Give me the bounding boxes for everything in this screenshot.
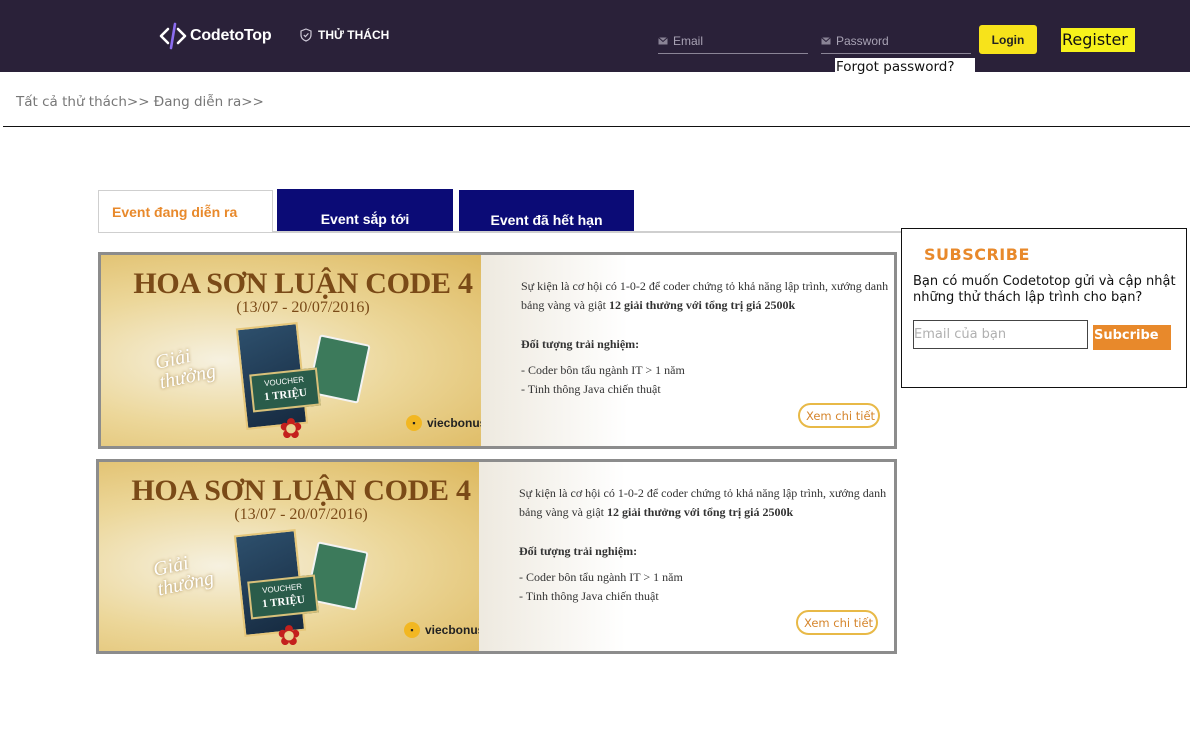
- event-card[interactable]: HOA SƠN LUẬN CODE 4 (13/07 - 20/07/2016)…: [96, 459, 897, 654]
- audience-item: - Coder bôn tẩu ngành IT > 1 năm: [519, 570, 683, 584]
- brand-logo: ▪ viecbonus: [404, 622, 484, 638]
- event-description: Sự kiện là cơ hội có 1-0-2 để coder chứn…: [519, 484, 889, 606]
- event-banner: HOA SƠN LUẬN CODE 4 (13/07 - 20/07/2016)…: [99, 462, 499, 651]
- voucher-label: VOUCHER: [263, 374, 305, 389]
- briefcase-icon: ▪: [406, 415, 422, 431]
- event-description: Sự kiện là cơ hội có 1-0-2 để coder chứn…: [521, 277, 891, 399]
- voucher-illustration: VOUCHER 1 TRIỆU: [247, 574, 319, 620]
- email-input[interactable]: [673, 33, 793, 48]
- codetotop-logo[interactable]: CodetoTop: [158, 20, 272, 52]
- envelope-icon: [821, 36, 831, 44]
- nav-challenge-label: THỬ THÁCH: [318, 28, 390, 42]
- brand-logo: ▪ viecbonus: [406, 415, 486, 431]
- breadcrumb[interactable]: Tất cả thử thách>> Đang diễn ra>>: [16, 94, 264, 110]
- login-button[interactable]: Login: [979, 25, 1037, 54]
- banner-date: (13/07 - 20/07/2016): [236, 299, 370, 316]
- view-detail-button[interactable]: Xem chi tiết: [796, 610, 878, 635]
- nav-challenge[interactable]: THỬ THÁCH: [300, 28, 389, 42]
- prize-text: Giải thưởng: [151, 548, 216, 600]
- password-field-wrap: [821, 28, 971, 54]
- brand-text: viecbonus: [427, 416, 487, 430]
- desc-bold: 12 giải thưởng với tổng trị giá 2500k: [608, 298, 796, 312]
- tab-ongoing[interactable]: Event đang diễn ra: [98, 190, 273, 232]
- envelope-icon: [658, 36, 668, 44]
- voucher-illustration: VOUCHER 1 TRIỆU: [249, 367, 321, 413]
- subscribe-button[interactable]: Subcribe: [1093, 325, 1171, 350]
- shield-icon: [300, 28, 312, 42]
- ribbon-icon: ✿: [279, 412, 303, 445]
- banner-date: (13/07 - 20/07/2016): [234, 506, 368, 523]
- desc-bold: 12 giải thưởng với tổng trị giá 2500k: [606, 505, 794, 519]
- audience-item: - Tinh thông Java chiến thuật: [519, 589, 659, 603]
- voucher-label: VOUCHER: [261, 581, 303, 596]
- header-divider: [3, 126, 1190, 127]
- tab-expired[interactable]: Event đã hết hạn: [459, 190, 634, 231]
- subscribe-description: Bạn có muốn Codetotop gửi và cập nhật nh…: [913, 274, 1176, 305]
- event-banner: HOA SƠN LUẬN CODE 4 (13/07 - 20/07/2016)…: [101, 255, 501, 446]
- event-card[interactable]: HOA SƠN LUẬN CODE 4 (13/07 - 20/07/2016)…: [98, 252, 897, 449]
- audience-title: Đối tượng trải nghiệm:: [519, 544, 638, 558]
- email-field-wrap: [658, 28, 808, 54]
- forgot-password-link[interactable]: Forgot password?: [835, 58, 975, 78]
- ribbon-icon: ✿: [277, 619, 301, 652]
- audience-item: - Coder bôn tẩu ngành IT > 1 năm: [521, 363, 685, 377]
- register-button[interactable]: Register: [1061, 28, 1135, 52]
- subscribe-title: SUBSCRIBE: [924, 245, 1030, 264]
- brand-text: viecbonus: [425, 623, 485, 637]
- banner-title: HOA SƠN LUẬN CODE 4: [131, 474, 471, 507]
- subscribe-box: SUBSCRIBE Bạn có muốn Codetotop gửi và c…: [901, 228, 1187, 388]
- audience-item: - Tinh thông Java chiến thuật: [521, 382, 661, 396]
- tab-upcoming[interactable]: Event sắp tới: [277, 189, 453, 231]
- voucher-amount: 1 TRIỆU: [263, 386, 308, 404]
- prize-text: Giải thưởng: [153, 341, 218, 393]
- briefcase-icon: ▪: [404, 622, 420, 638]
- logo-text: CodetoTop: [190, 27, 272, 44]
- top-navbar: CodetoTop THỬ THÁCH Login Register: [0, 0, 1190, 72]
- code-brackets-icon: [159, 22, 187, 50]
- subscribe-email-input[interactable]: [913, 320, 1088, 349]
- banner-title: HOA SƠN LUẬN CODE 4: [133, 267, 473, 300]
- view-detail-button[interactable]: Xem chi tiết: [798, 403, 880, 428]
- voucher-amount: 1 TRIỆU: [261, 593, 306, 611]
- password-input[interactable]: [836, 33, 956, 48]
- audience-title: Đối tượng trải nghiệm:: [521, 337, 640, 351]
